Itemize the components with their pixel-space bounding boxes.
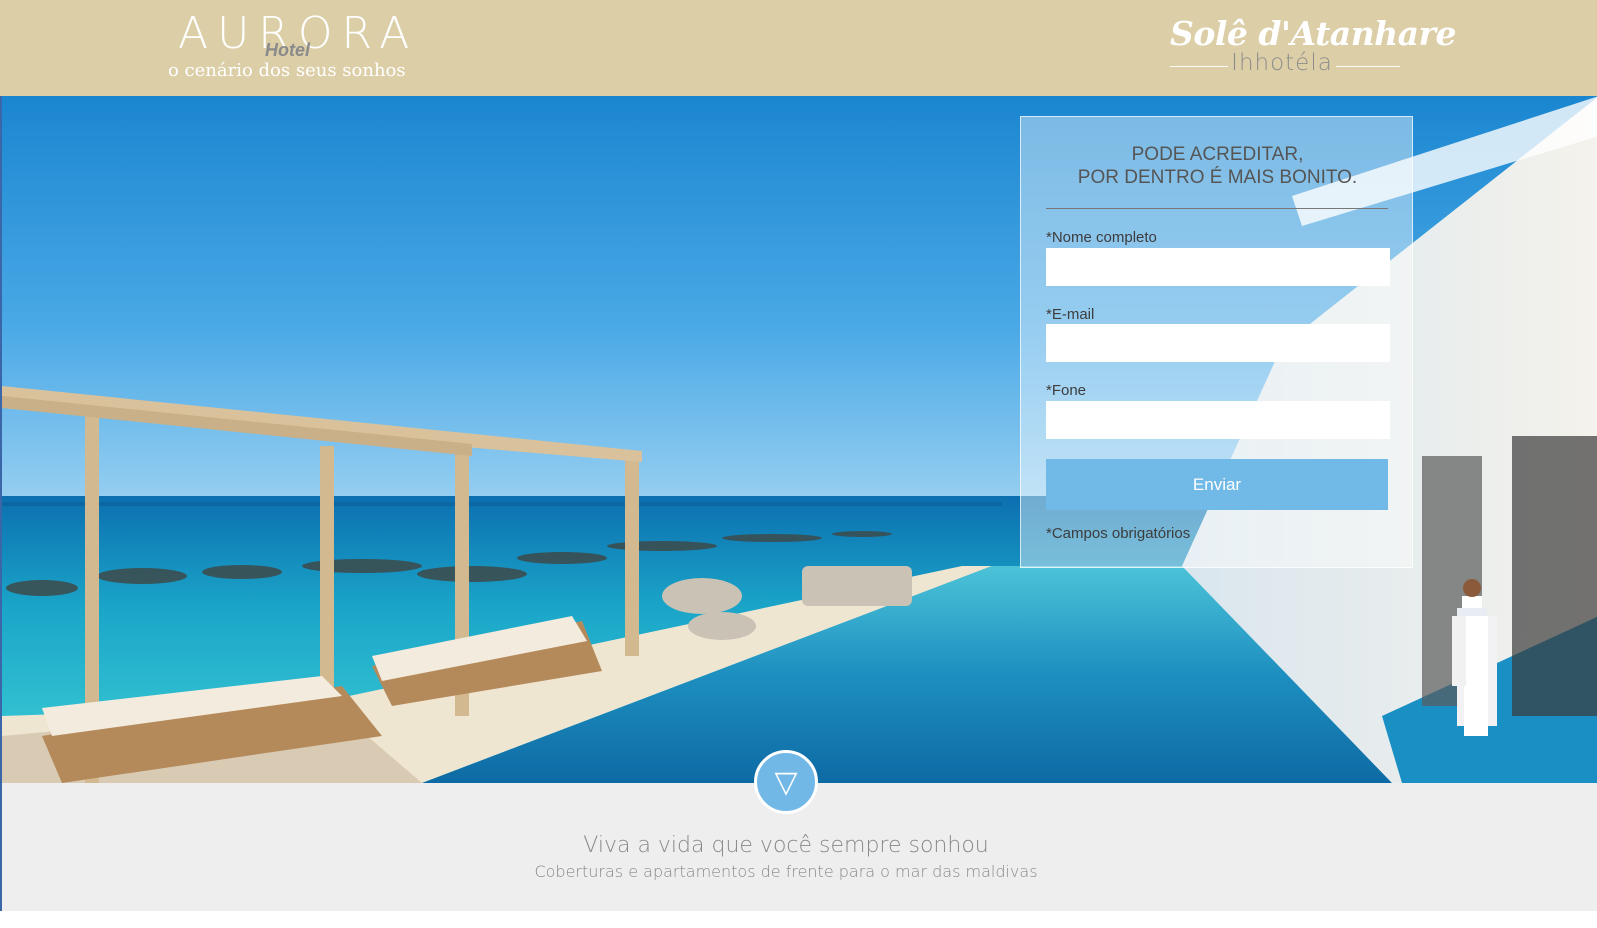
email-field[interactable]: [1046, 324, 1390, 362]
form-heading-line2: POR DENTRO É MAIS BONITO.: [1077, 167, 1358, 188]
form-divider: [1046, 208, 1388, 209]
form-heading-line1: PODE ACREDITAR,: [1131, 144, 1304, 165]
phone-label: *Fone: [1046, 382, 1087, 399]
section-title: Viva a vida que você sempre sonhou: [583, 833, 989, 858]
section-subtitle: Coberturas e apartamentos de frente para…: [534, 862, 1038, 881]
partner-logo-subtitle: Ihhotéla: [1231, 50, 1333, 76]
partner-logo-script: Solê d'Atanhare: [1170, 14, 1456, 53]
page-bottom-strip: [0, 911, 1597, 928]
logo-tagline: o cenário dos seus sonhos: [168, 60, 406, 81]
partner-logo-line-left: [1170, 66, 1228, 67]
staff-person: [1464, 616, 1488, 736]
email-label: *E-mail: [1046, 306, 1095, 323]
logo-hotel-word: Hotel: [265, 40, 310, 60]
scroll-down-icon[interactable]: ▽: [754, 750, 818, 814]
partner-logo[interactable]: Solê d'Atanhare Ihhotéla: [1166, 10, 1456, 90]
name-field[interactable]: [1046, 248, 1390, 286]
phone-field[interactable]: [1046, 401, 1390, 439]
aurora-hotel-logo[interactable]: AURORA Hotel o cenário dos seus sonhos: [168, 8, 428, 88]
name-label: *Nome completo: [1046, 229, 1157, 246]
required-fields-note: *Campos obrigatórios: [1046, 525, 1191, 542]
submit-button[interactable]: Enviar: [1046, 459, 1388, 510]
site-header: AURORA Hotel o cenário dos seus sonhos S…: [0, 0, 1597, 96]
contact-form: PODE ACREDITAR, POR DENTRO É MAIS BONITO…: [1020, 116, 1413, 568]
form-heading: PODE ACREDITAR, POR DENTRO É MAIS BONITO…: [1021, 143, 1414, 189]
partner-logo-line-right: [1336, 66, 1400, 67]
